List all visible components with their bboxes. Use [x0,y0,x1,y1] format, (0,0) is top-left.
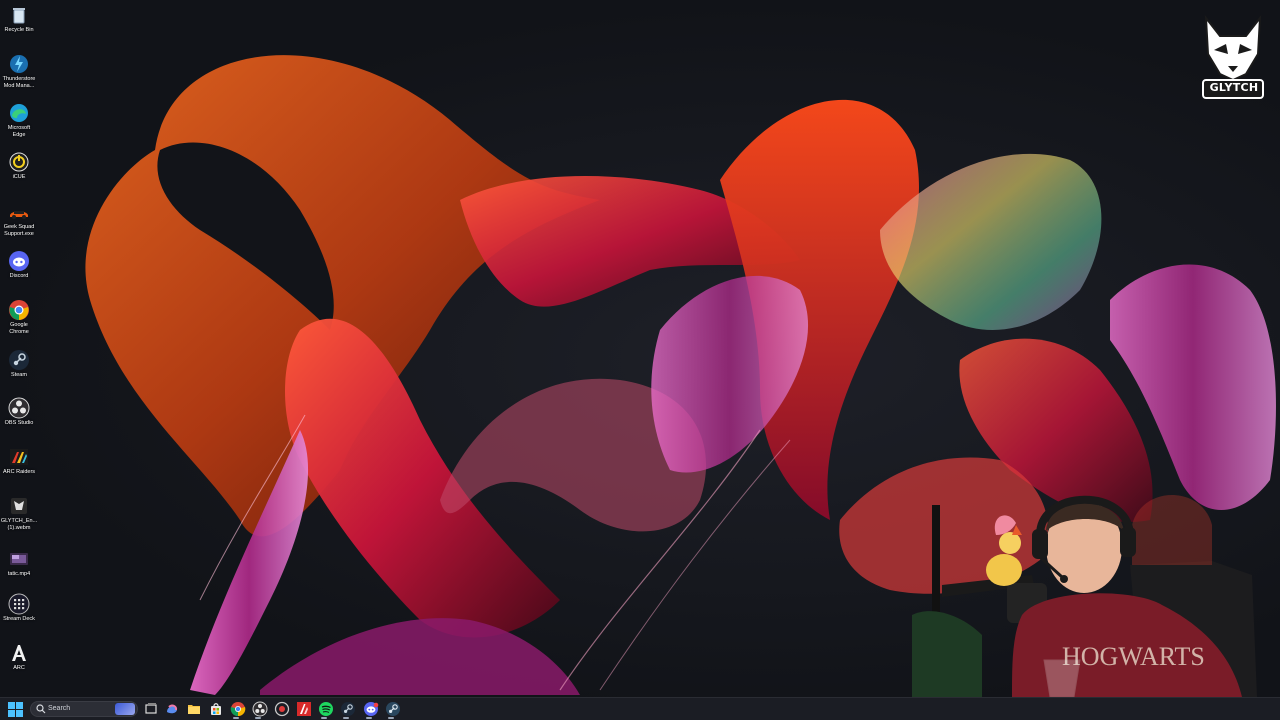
desktop-icon-label: OBS Studio [4,420,34,426]
desktop-icon-arc-raiders[interactable]: ARC Raiders [0,446,38,476]
obs-icon[interactable] [252,701,268,717]
active-indicator [321,717,327,719]
discord-icon [9,251,29,271]
obs-icon [8,397,30,419]
desktop-icon-geek-squad[interactable]: Geek Squad Support.exe [0,201,38,238]
desktop-icon-label: ARC [13,665,25,671]
desktop-icon-chrome[interactable]: Google Chrome [0,299,38,336]
video-file-icon [10,553,28,565]
desktop-icon-tatic-mp4[interactable]: tatic.mp4 [0,548,38,578]
recycle-bin-icon [13,8,25,24]
desktop-icon-label: GLYTCH_En... (1).webm [0,518,38,531]
store-icon[interactable] [208,701,224,717]
desktop-icon-label: Microsoft Edge [7,125,31,138]
file-explorer-icon[interactable] [186,701,202,717]
desktop-icon-thunderstore[interactable]: Thunderstore Mod Mana... [0,53,38,90]
arc-raiders-icon [10,449,28,465]
desktop-icon-label: Discord [9,273,29,279]
desktop-icon-obs[interactable]: OBS Studio [0,397,38,427]
webcam-overlay: HOGWARTS [912,495,1257,697]
stream-deck-icon [8,593,30,615]
discord-icon[interactable] [363,701,379,717]
desktop-icon-discord[interactable]: Discord [0,250,38,280]
search-highlight-art [115,703,135,715]
video-file-icon [11,498,27,514]
thunderstore-icon [10,55,28,73]
desktop-icon-label: ARC Raiders [2,469,36,475]
windows-start-icon[interactable] [8,702,23,717]
active-indicator [388,717,394,719]
desktop-icon-label: Recycle Bin [4,27,34,33]
desktop-icon-label: Geek Squad Support.exe [3,224,35,237]
search-icon [36,704,46,714]
copilot-icon[interactable] [164,701,180,717]
desktop-icon-icue[interactable]: iCUE [0,151,38,181]
steam-icon[interactable] [385,701,401,717]
desktop-icon-stream-deck[interactable]: Stream Deck [0,593,38,623]
desktop-icon-edge[interactable]: Microsoft Edge [0,102,38,139]
taskbar: Search [0,697,1280,720]
active-indicator [255,717,261,719]
active-indicator [366,717,372,719]
desktop-icon-label: tatic.mp4 [7,571,31,577]
desktop-icon-recycle-bin[interactable]: Recycle Bin [0,4,38,34]
desktop-icon-label: Steam [11,372,27,378]
arc-icon [12,645,26,661]
desktop-icon-label: Google Chrome [9,322,29,335]
desktop-icon-label: iCUE [12,174,26,180]
edge-icon [10,104,28,122]
desktop-icon-label: Stream Deck [3,616,35,622]
chrome-icon[interactable] [230,701,246,717]
active-indicator [233,717,239,719]
desktop: Recycle Bin Thunderstore Mod Mana... Mic… [0,0,1280,720]
steam-icon [9,350,29,370]
desktop-icon-label: Thunderstore Mod Mana... [2,76,36,89]
chrome-icon [9,300,29,320]
desktop-icon-glytch-webm[interactable]: GLYTCH_En... (1).webm [0,495,38,532]
icue-icon [9,152,29,172]
logo-text: GLYTCH [1209,81,1259,94]
search-placeholder: Search [48,705,71,712]
steam-icon[interactable] [340,701,356,717]
arc-raiders-icon[interactable] [296,701,312,717]
desktop-icon-steam[interactable]: Steam [0,349,38,379]
geek-squad-icon [10,211,28,219]
active-indicator [343,717,349,719]
task-view-icon[interactable] [143,701,159,717]
recording-icon[interactable] [274,701,290,717]
spotify-icon[interactable] [318,701,334,717]
search-box[interactable]: Search [30,701,138,717]
svg-text:HOGWARTS: HOGWARTS [1062,642,1205,671]
desktop-icon-arc[interactable]: ARC [0,642,38,672]
